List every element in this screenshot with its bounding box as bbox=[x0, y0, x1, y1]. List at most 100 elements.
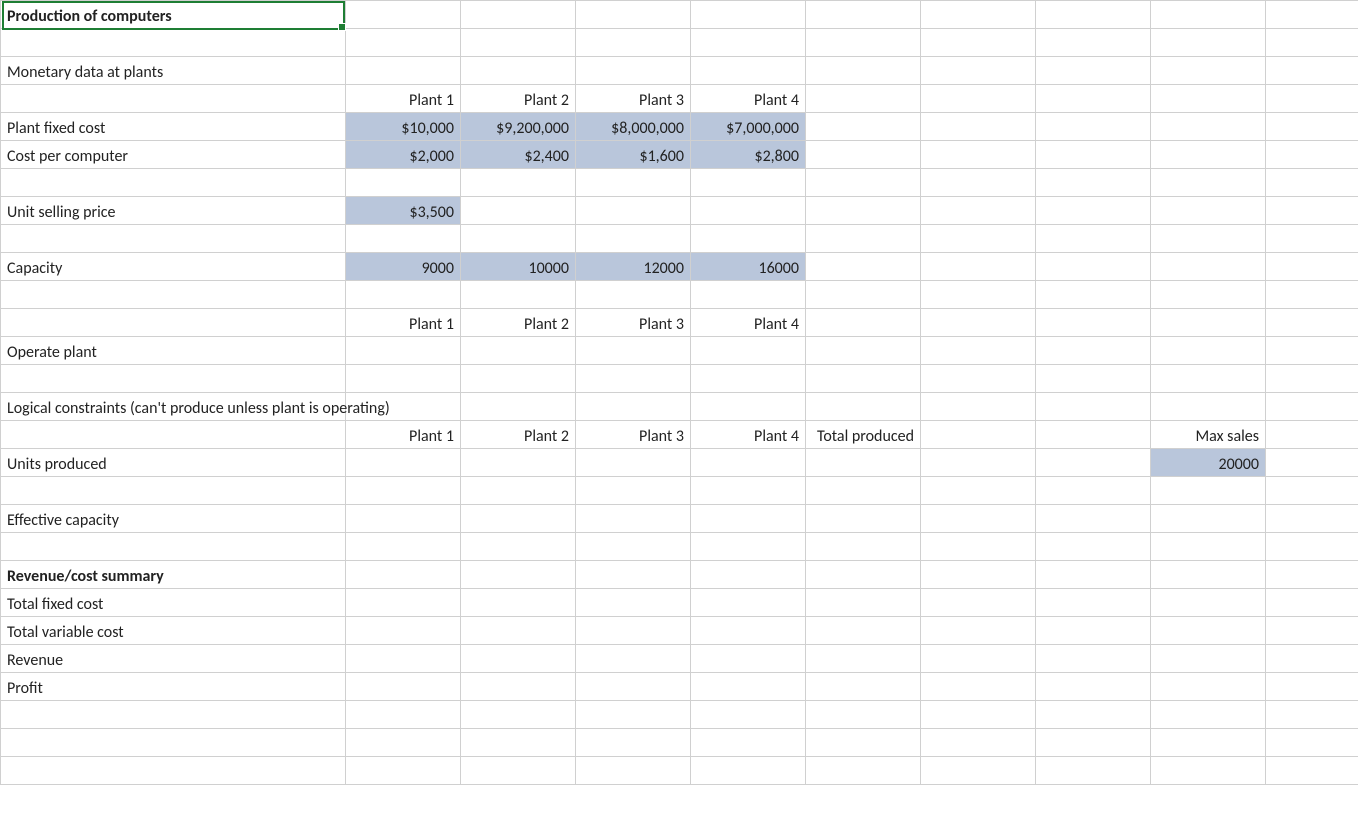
cell[interactable] bbox=[691, 197, 806, 225]
cell[interactable] bbox=[346, 337, 461, 365]
cell[interactable] bbox=[461, 757, 576, 785]
cell[interactable] bbox=[1036, 169, 1151, 197]
cell[interactable] bbox=[691, 225, 806, 253]
cell[interactable] bbox=[346, 225, 461, 253]
cell[interactable] bbox=[346, 589, 461, 617]
cell[interactable] bbox=[346, 505, 461, 533]
cell[interactable] bbox=[576, 701, 691, 729]
cell-title[interactable]: Production of computers bbox=[1, 1, 346, 29]
cell[interactable] bbox=[1, 281, 346, 309]
cell[interactable] bbox=[1, 477, 346, 505]
cell[interactable] bbox=[1151, 253, 1266, 281]
cell[interactable] bbox=[806, 309, 921, 337]
cell[interactable] bbox=[1151, 701, 1266, 729]
cell[interactable] bbox=[1266, 561, 1358, 589]
cell[interactable] bbox=[1036, 29, 1151, 57]
cell[interactable] bbox=[576, 365, 691, 393]
cell[interactable] bbox=[1151, 533, 1266, 561]
cell[interactable] bbox=[1036, 729, 1151, 757]
cell[interactable] bbox=[461, 505, 576, 533]
cell-capacity-4[interactable]: 16000 bbox=[691, 253, 806, 281]
cell[interactable] bbox=[1, 309, 346, 337]
cell[interactable] bbox=[1036, 253, 1151, 281]
cell[interactable] bbox=[1036, 393, 1151, 421]
cell[interactable] bbox=[1151, 729, 1266, 757]
cell[interactable] bbox=[806, 253, 921, 281]
cell[interactable] bbox=[806, 1, 921, 29]
cell-cost-per-2[interactable]: $2,400 bbox=[461, 141, 576, 169]
cell[interactable] bbox=[576, 449, 691, 477]
cell[interactable] bbox=[921, 701, 1036, 729]
cell[interactable] bbox=[461, 365, 576, 393]
cell[interactable] bbox=[461, 197, 576, 225]
cell[interactable] bbox=[461, 561, 576, 589]
cell-plant-header-c-3[interactable]: Plant 3 bbox=[576, 421, 691, 449]
cell[interactable] bbox=[576, 393, 691, 421]
cell[interactable] bbox=[1151, 645, 1266, 673]
cell[interactable] bbox=[576, 1, 691, 29]
cell[interactable] bbox=[1151, 29, 1266, 57]
cell[interactable] bbox=[346, 701, 461, 729]
cell-section-monetary[interactable]: Monetary data at plants bbox=[1, 57, 346, 85]
cell-plant-header-b-1[interactable]: Plant 1 bbox=[346, 309, 461, 337]
cell[interactable] bbox=[1036, 449, 1151, 477]
cell[interactable] bbox=[576, 169, 691, 197]
cell[interactable] bbox=[346, 365, 461, 393]
cell[interactable] bbox=[691, 617, 806, 645]
cell[interactable] bbox=[921, 393, 1036, 421]
cell[interactable] bbox=[1, 29, 346, 57]
cell-label-fixed-cost[interactable]: Plant fixed cost bbox=[1, 113, 346, 141]
cell[interactable] bbox=[691, 393, 806, 421]
cell[interactable] bbox=[806, 169, 921, 197]
cell[interactable] bbox=[346, 617, 461, 645]
cell[interactable] bbox=[1036, 1, 1151, 29]
cell[interactable] bbox=[806, 589, 921, 617]
cell-cost-per-3[interactable]: $1,600 bbox=[576, 141, 691, 169]
cell[interactable] bbox=[346, 281, 461, 309]
cell[interactable] bbox=[1036, 673, 1151, 701]
cell[interactable] bbox=[576, 729, 691, 757]
cell[interactable] bbox=[1266, 701, 1358, 729]
cell[interactable] bbox=[461, 57, 576, 85]
cell[interactable] bbox=[921, 225, 1036, 253]
cell[interactable] bbox=[921, 253, 1036, 281]
cell[interactable] bbox=[576, 505, 691, 533]
cell[interactable] bbox=[691, 29, 806, 57]
cell[interactable] bbox=[1151, 589, 1266, 617]
cell[interactable] bbox=[346, 1, 461, 29]
cell[interactable] bbox=[806, 57, 921, 85]
cell[interactable] bbox=[1151, 477, 1266, 505]
cell[interactable] bbox=[1266, 533, 1358, 561]
cell[interactable] bbox=[806, 673, 921, 701]
cell[interactable] bbox=[1266, 29, 1358, 57]
cell-label-eff-capacity[interactable]: Effective capacity bbox=[1, 505, 346, 533]
cell[interactable] bbox=[461, 337, 576, 365]
cell-label-capacity[interactable]: Capacity bbox=[1, 253, 346, 281]
cell[interactable] bbox=[921, 757, 1036, 785]
cell-plant-header-3[interactable]: Plant 3 bbox=[576, 85, 691, 113]
cell-fixed-cost-1[interactable]: $10,000 bbox=[346, 113, 461, 141]
cell[interactable] bbox=[461, 645, 576, 673]
cell[interactable] bbox=[921, 337, 1036, 365]
cell[interactable] bbox=[921, 57, 1036, 85]
cell[interactable] bbox=[1036, 645, 1151, 673]
cell[interactable] bbox=[1266, 449, 1358, 477]
cell[interactable] bbox=[1266, 169, 1358, 197]
cell[interactable] bbox=[921, 589, 1036, 617]
cell[interactable] bbox=[1266, 253, 1358, 281]
cell[interactable] bbox=[1151, 757, 1266, 785]
cell[interactable] bbox=[1036, 57, 1151, 85]
cell[interactable] bbox=[1151, 309, 1266, 337]
cell-plant-header-c-4[interactable]: Plant 4 bbox=[691, 421, 806, 449]
cell[interactable] bbox=[921, 113, 1036, 141]
cell-label-cost-per[interactable]: Cost per computer bbox=[1, 141, 346, 169]
cell[interactable] bbox=[691, 505, 806, 533]
cell[interactable] bbox=[461, 1, 576, 29]
cell[interactable] bbox=[461, 617, 576, 645]
cell[interactable] bbox=[1036, 141, 1151, 169]
cell[interactable] bbox=[921, 29, 1036, 57]
cell[interactable] bbox=[921, 85, 1036, 113]
cell-label-operate[interactable]: Operate plant bbox=[1, 337, 346, 365]
cell-fixed-cost-3[interactable]: $8,000,000 bbox=[576, 113, 691, 141]
cell[interactable] bbox=[691, 673, 806, 701]
